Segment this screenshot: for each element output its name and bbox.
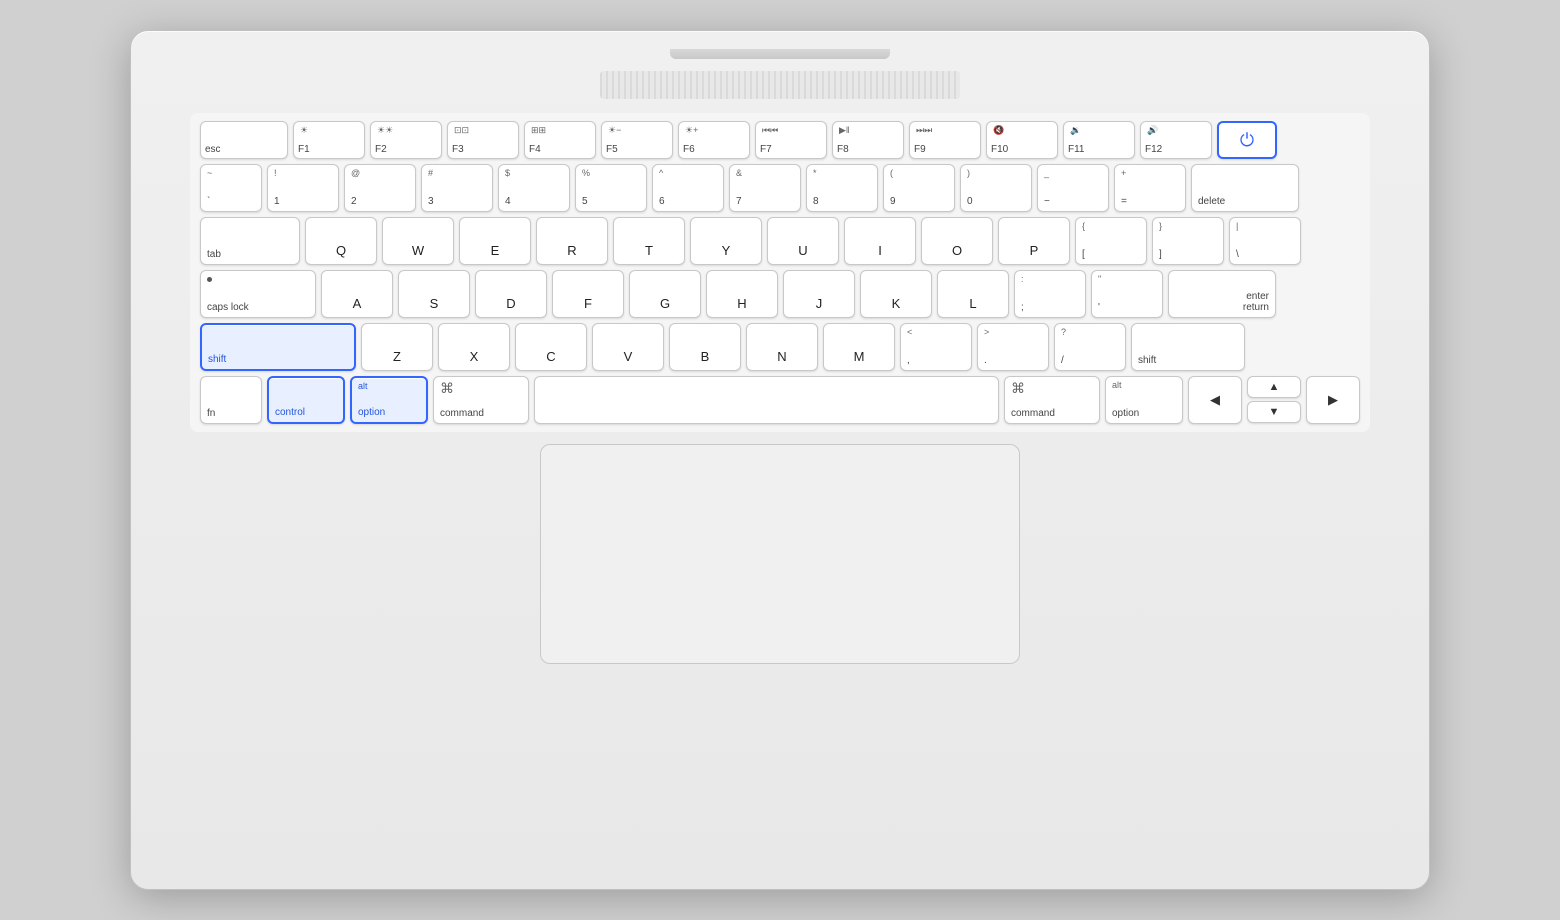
key-p[interactable]: P [998, 217, 1070, 265]
key-l[interactable]: L [937, 270, 1009, 318]
key-0[interactable]: ) 0 [960, 164, 1032, 212]
arrow-ud-container: ▲ ▼ [1247, 376, 1301, 424]
key-s[interactable]: S [398, 270, 470, 318]
key-open-bracket[interactable]: { [ [1075, 217, 1147, 265]
key-arrow-right[interactable]: ▶ [1306, 376, 1360, 424]
key-f5[interactable]: ☀− F5 [601, 121, 673, 159]
key-equals[interactable]: + = [1114, 164, 1186, 212]
key-m[interactable]: M [823, 323, 895, 371]
key-c[interactable]: C [515, 323, 587, 371]
key-backtick[interactable]: ~ ` [200, 164, 262, 212]
asdf-row: caps lock A S D F G H J K L : ; " ' ente… [200, 270, 1360, 318]
fn-row: esc ☀ F1 ☀☀ F2 ⊡⊡ F3 ⊞⊞ F4 ☀− F5 [200, 121, 1360, 159]
key-f4[interactable]: ⊞⊞ F4 [524, 121, 596, 159]
key-v[interactable]: V [592, 323, 664, 371]
key-q[interactable]: Q [305, 217, 377, 265]
key-f11[interactable]: 🔉 F11 [1063, 121, 1135, 159]
key-minus[interactable]: _ − [1037, 164, 1109, 212]
key-shift-right[interactable]: shift [1131, 323, 1245, 371]
speaker-grille [600, 71, 960, 99]
key-e[interactable]: E [459, 217, 531, 265]
key-comma[interactable]: < , [900, 323, 972, 371]
key-6[interactable]: ^ 6 [652, 164, 724, 212]
key-t[interactable]: T [613, 217, 685, 265]
key-f7[interactable]: ⏮⏮ F7 [755, 121, 827, 159]
key-control[interactable]: control [267, 376, 345, 424]
key-9[interactable]: ( 9 [883, 164, 955, 212]
key-period[interactable]: > . [977, 323, 1049, 371]
key-i[interactable]: I [844, 217, 916, 265]
key-f10[interactable]: 🔇 F10 [986, 121, 1058, 159]
capslock-indicator [207, 277, 212, 282]
key-h[interactable]: H [706, 270, 778, 318]
key-option-right[interactable]: alt option [1105, 376, 1183, 424]
key-d[interactable]: D [475, 270, 547, 318]
key-shift-left[interactable]: shift [200, 323, 356, 371]
key-option-left[interactable]: alt option [350, 376, 428, 424]
key-x[interactable]: X [438, 323, 510, 371]
trackpad[interactable] [540, 444, 1020, 664]
key-tab[interactable]: tab [200, 217, 300, 265]
key-1[interactable]: ! 1 [267, 164, 339, 212]
key-backslash[interactable]: | \ [1229, 217, 1301, 265]
key-b[interactable]: B [669, 323, 741, 371]
hinge-bar [670, 49, 890, 59]
key-4[interactable]: $ 4 [498, 164, 570, 212]
key-command-right[interactable]: ⌘ command [1004, 376, 1100, 424]
key-enter[interactable]: enter return [1168, 270, 1276, 318]
key-delete[interactable]: delete [1191, 164, 1299, 212]
key-quote[interactable]: " ' [1091, 270, 1163, 318]
key-arrow-down[interactable]: ▼ [1247, 401, 1301, 423]
keyboard-area: esc ☀ F1 ☀☀ F2 ⊡⊡ F3 ⊞⊞ F4 ☀− F5 [190, 113, 1370, 432]
key-arrow-up[interactable]: ▲ [1247, 376, 1301, 398]
key-f12[interactable]: 🔊 F12 [1140, 121, 1212, 159]
key-power[interactable]: ⏻ [1217, 121, 1277, 159]
key-f[interactable]: F [552, 270, 624, 318]
key-3[interactable]: # 3 [421, 164, 493, 212]
key-k[interactable]: K [860, 270, 932, 318]
key-w[interactable]: W [382, 217, 454, 265]
num-row: ~ ` ! 1 @ 2 # 3 $ 4 % 5 [200, 164, 1360, 212]
key-semicolon[interactable]: : ; [1014, 270, 1086, 318]
zxcv-row: shift Z X C V B N M < , > . ? / shift [200, 323, 1360, 371]
bottom-row: fn control alt option ⌘ command ⌘ comman… [200, 376, 1360, 424]
key-slash[interactable]: ? / [1054, 323, 1126, 371]
key-esc[interactable]: esc [200, 121, 288, 159]
key-y[interactable]: Y [690, 217, 762, 265]
key-fn[interactable]: fn [200, 376, 262, 424]
key-f8[interactable]: ▶‖ F8 [832, 121, 904, 159]
key-a[interactable]: A [321, 270, 393, 318]
key-z[interactable]: Z [361, 323, 433, 371]
key-capslock[interactable]: caps lock [200, 270, 316, 318]
key-f3[interactable]: ⊡⊡ F3 [447, 121, 519, 159]
key-8[interactable]: * 8 [806, 164, 878, 212]
key-g[interactable]: G [629, 270, 701, 318]
key-2[interactable]: @ 2 [344, 164, 416, 212]
key-f1[interactable]: ☀ F1 [293, 121, 365, 159]
key-r[interactable]: R [536, 217, 608, 265]
key-f9[interactable]: ⏭⏭ F9 [909, 121, 981, 159]
key-f2[interactable]: ☀☀ F2 [370, 121, 442, 159]
key-n[interactable]: N [746, 323, 818, 371]
key-7[interactable]: & 7 [729, 164, 801, 212]
key-command-left[interactable]: ⌘ command [433, 376, 529, 424]
qwerty-row: tab Q W E R T Y U I O P { [ } ] | \ [200, 217, 1360, 265]
key-arrow-left[interactable]: ◀ [1188, 376, 1242, 424]
key-j[interactable]: J [783, 270, 855, 318]
key-o[interactable]: O [921, 217, 993, 265]
key-u[interactable]: U [767, 217, 839, 265]
key-close-bracket[interactable]: } ] [1152, 217, 1224, 265]
key-space[interactable] [534, 376, 999, 424]
key-f6[interactable]: ☀+ F6 [678, 121, 750, 159]
laptop-body: esc ☀ F1 ☀☀ F2 ⊡⊡ F3 ⊞⊞ F4 ☀− F5 [130, 30, 1430, 890]
key-5[interactable]: % 5 [575, 164, 647, 212]
